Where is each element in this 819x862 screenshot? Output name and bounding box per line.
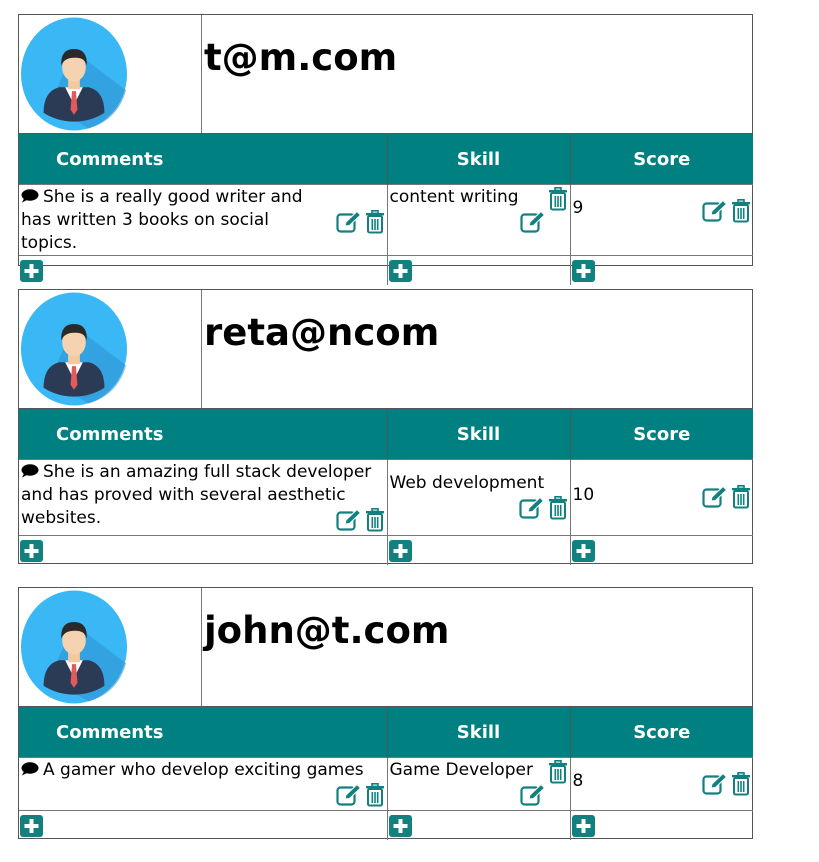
trash-icon[interactable]	[365, 783, 385, 807]
edit-icon[interactable]	[336, 508, 362, 532]
table-header-row: Comments Skill Score	[19, 134, 753, 185]
score-header: Score	[570, 134, 753, 185]
add-skill-cell	[387, 810, 571, 840]
edit-icon[interactable]	[519, 496, 545, 520]
candidate-card: t@m.com Comments Skill Score She is a re…	[18, 14, 753, 285]
candidate-card: reta@ncom Comments Skill Score She is an…	[18, 289, 753, 565]
candidate-email: john@t.com	[204, 609, 450, 652]
add-skill-button[interactable]	[389, 815, 412, 837]
score-cell: 10	[570, 459, 753, 536]
edit-icon[interactable]	[702, 199, 728, 223]
comment-cell: A gamer who develop exciting games	[19, 757, 388, 811]
user-avatar-icon	[20, 16, 128, 132]
add-score-button[interactable]	[572, 815, 595, 837]
comment-text: A gamer who develop exciting games	[43, 760, 364, 780]
trash-icon[interactable]	[731, 199, 751, 223]
add-score-button[interactable]	[572, 260, 595, 282]
add-comment-button[interactable]	[20, 815, 43, 837]
skill-cell: content writing	[387, 184, 571, 256]
add-row	[19, 535, 753, 565]
score-header: Score	[570, 409, 753, 460]
edit-icon[interactable]	[336, 783, 362, 807]
candidate-card: john@t.com Comments Skill Score A gamer …	[18, 587, 753, 840]
table-header-row: Comments Skill Score	[19, 409, 753, 460]
skills-table: Comments Skill Score She is an amazing f…	[19, 409, 753, 565]
add-comment-button[interactable]	[20, 540, 43, 562]
add-score-cell	[570, 255, 753, 285]
skills-table: Comments Skill Score She is a really goo…	[19, 134, 753, 285]
trash-icon[interactable]	[365, 210, 385, 234]
table-row: She is an amazing full stack developer a…	[19, 459, 753, 536]
add-skill-cell	[387, 255, 571, 285]
comment-text: She is an amazing full stack developer a…	[21, 462, 372, 528]
score-header: Score	[570, 707, 753, 758]
trash-icon[interactable]	[548, 187, 568, 211]
add-comment-cell	[19, 810, 388, 840]
edit-icon[interactable]	[336, 210, 362, 234]
skill-cell: Web development	[387, 459, 571, 536]
comments-header: Comments	[19, 409, 388, 460]
comment-cell: She is a really good writer and has writ…	[19, 184, 388, 256]
avatar-cell	[19, 15, 202, 133]
comment-icon	[21, 189, 39, 203]
table-row: She is a really good writer and has writ…	[19, 184, 753, 256]
comment-icon	[21, 464, 39, 478]
edit-icon[interactable]	[520, 783, 546, 807]
score-cell: 8	[570, 757, 753, 811]
add-row	[19, 255, 753, 285]
trash-icon[interactable]	[548, 760, 568, 784]
add-skill-button[interactable]	[389, 540, 412, 562]
user-avatar-icon	[20, 291, 128, 407]
skill-header: Skill	[387, 707, 571, 758]
skill-cell: Game Developer	[387, 757, 571, 811]
comments-header: Comments	[19, 707, 388, 758]
add-comment-cell	[19, 255, 388, 285]
comment-text: She is a really good writer and has writ…	[21, 187, 303, 253]
skill-header: Skill	[387, 134, 571, 185]
skill-text: Game Developer	[389, 760, 533, 780]
trash-icon[interactable]	[548, 496, 568, 520]
skill-text: content writing	[389, 187, 519, 207]
comment-cell: She is an amazing full stack developer a…	[19, 459, 388, 536]
card-header: john@t.com	[19, 588, 752, 707]
skills-table: Comments Skill Score A gamer who develop…	[19, 707, 753, 840]
trash-icon[interactable]	[365, 508, 385, 532]
avatar-cell	[19, 290, 202, 408]
skill-text: Web development	[389, 473, 545, 493]
edit-icon[interactable]	[520, 210, 546, 234]
add-skill-button[interactable]	[389, 260, 412, 282]
card-header: reta@ncom	[19, 290, 752, 409]
score-cell: 9	[570, 184, 753, 256]
candidate-email: reta@ncom	[204, 311, 440, 354]
card-header: t@m.com	[19, 15, 752, 134]
comments-header: Comments	[19, 134, 388, 185]
add-score-cell	[570, 810, 753, 840]
trash-icon[interactable]	[731, 485, 751, 509]
table-row: A gamer who develop exciting games Game …	[19, 757, 753, 811]
trash-icon[interactable]	[731, 772, 751, 796]
add-comment-cell	[19, 535, 388, 565]
add-score-button[interactable]	[572, 540, 595, 562]
edit-icon[interactable]	[702, 485, 728, 509]
candidate-email: t@m.com	[204, 36, 398, 79]
table-header-row: Comments Skill Score	[19, 707, 753, 758]
add-score-cell	[570, 535, 753, 565]
avatar-cell	[19, 588, 202, 706]
add-row	[19, 810, 753, 840]
user-avatar-icon	[20, 589, 128, 705]
skill-header: Skill	[387, 409, 571, 460]
add-skill-cell	[387, 535, 571, 565]
add-comment-button[interactable]	[20, 260, 43, 282]
edit-icon[interactable]	[702, 772, 728, 796]
comment-icon	[21, 762, 39, 776]
